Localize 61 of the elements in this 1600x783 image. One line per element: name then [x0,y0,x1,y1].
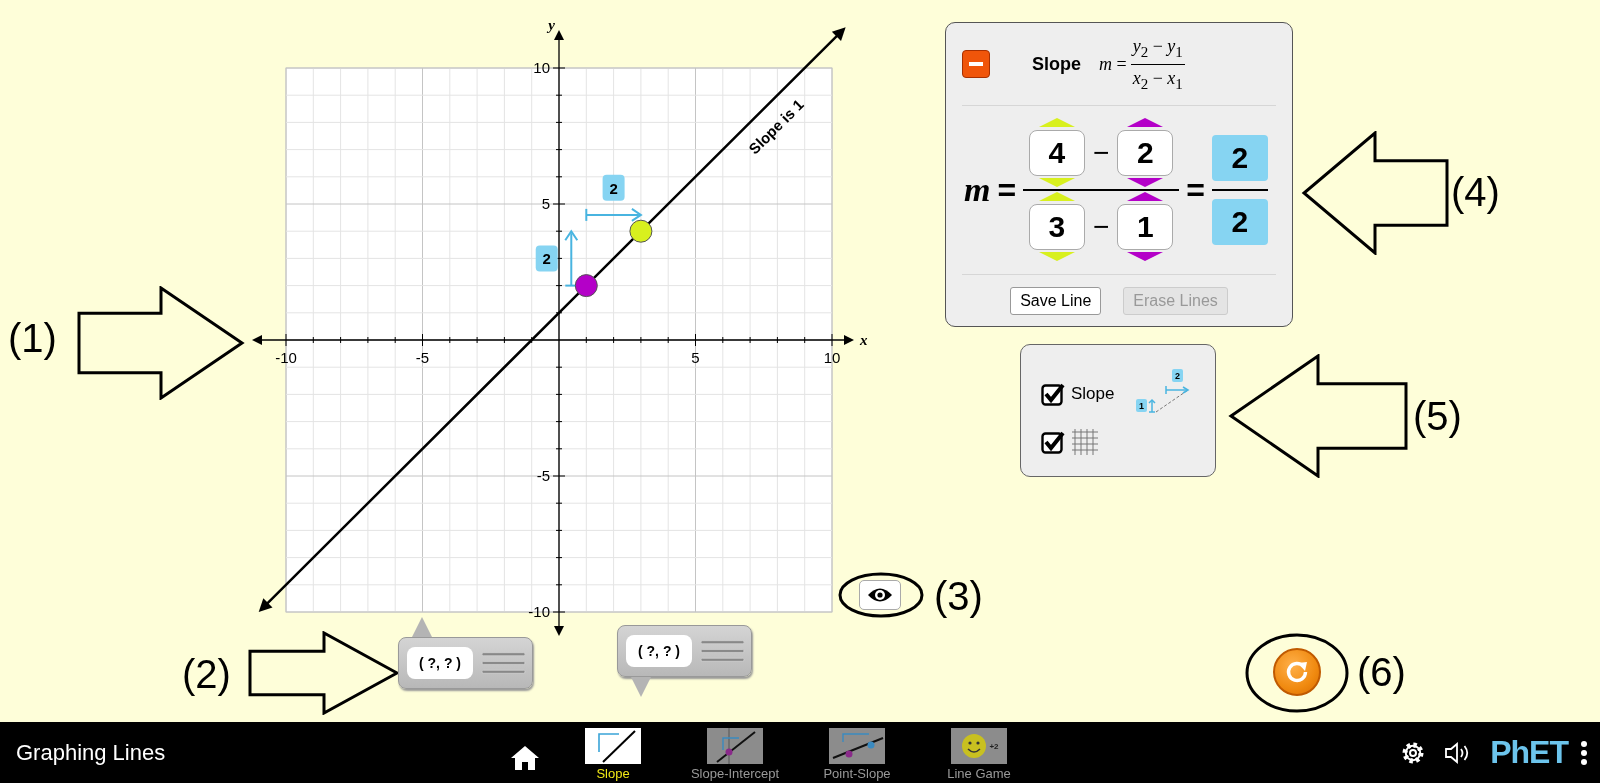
point-tool[interactable]: ( ?, ? ) [398,637,533,689]
up-triangle-icon [1038,118,1075,127]
reset-button[interactable] [1273,648,1321,696]
up-triangle-icon [1038,192,1075,201]
increment-button[interactable] [1127,192,1164,202]
brand-logo[interactable]: PhET [1490,734,1568,771]
up-triangle-icon [1127,192,1164,201]
menu-icon [1580,739,1588,766]
pointer-tip [631,677,651,697]
equals-sign: = [1186,171,1205,209]
equals-sign: = [997,171,1017,209]
decrement-button[interactable] [1127,252,1164,262]
up-triangle-icon [1127,118,1164,127]
callout-label: (1) [8,315,57,362]
increment-button[interactable] [1127,118,1164,128]
panel-button[interactable]: Save Line [1010,286,1102,315]
formula-denominator: x$_{2}$ − x$_{1}$ [1132,67,1183,93]
screen-tab[interactable]: +2 Line Game [920,728,1038,781]
screen-thumbnail-icon [707,728,763,764]
minus-sign: − [1092,137,1110,169]
checkbox[interactable] [1041,429,1065,454]
number-field[interactable]: 1 [1117,204,1174,250]
grid-icon [1071,427,1099,456]
checkbox[interactable] [1041,381,1065,406]
down-triangle-icon [1038,178,1075,187]
decrement-button[interactable] [1127,178,1164,188]
result-value: 2 [1211,135,1268,181]
down-triangle-icon [1127,252,1164,261]
screen-tab[interactable]: Point-Slope [798,728,916,781]
eye-toggle-button[interactable] [859,580,901,610]
formula-label: m = [1099,53,1127,75]
minus-sign: − [1092,211,1110,243]
collapse-button[interactable] [962,50,990,78]
down-triangle-icon [1038,252,1075,261]
screen-tab[interactable]: Slope-Intercept [676,728,794,781]
coordinate-readout: ( ?, ? ) [626,635,692,667]
point-tool[interactable]: ( ?, ? ) [617,625,752,677]
slope-symbol: m [964,171,991,209]
number-field[interactable]: 2 [1117,130,1174,176]
callout-label: (5) [1413,393,1462,440]
checkbox-label: Slope [1071,383,1115,404]
screen-thumbnail-icon: +2 [951,728,1007,764]
reset-icon [1284,659,1310,685]
callout-label: (6) [1357,649,1406,696]
coordinate-readout: ( ?, ? ) [407,647,473,679]
panel-title: Slope [1032,53,1081,75]
app-title: Graphing Lines [15,739,167,766]
screen-thumbnail-icon [829,728,885,764]
eye-icon [867,586,893,604]
callout-label: (2) [182,651,231,698]
formula-numerator: y$_{2}$ − y$_{1}$ [1130,35,1185,65]
down-triangle-icon [1127,178,1164,187]
screen-thumbnail-icon [585,728,641,764]
screen-tab[interactable]: Slope [554,728,672,781]
callout-label: (3) [934,573,983,620]
home-icon [510,745,540,771]
number-field[interactable]: 3 [1028,204,1085,250]
number-field[interactable]: 4 [1028,130,1085,176]
axis-label: x [860,332,868,348]
callout-label: (4) [1451,169,1500,216]
result-value: 2 [1211,199,1268,245]
